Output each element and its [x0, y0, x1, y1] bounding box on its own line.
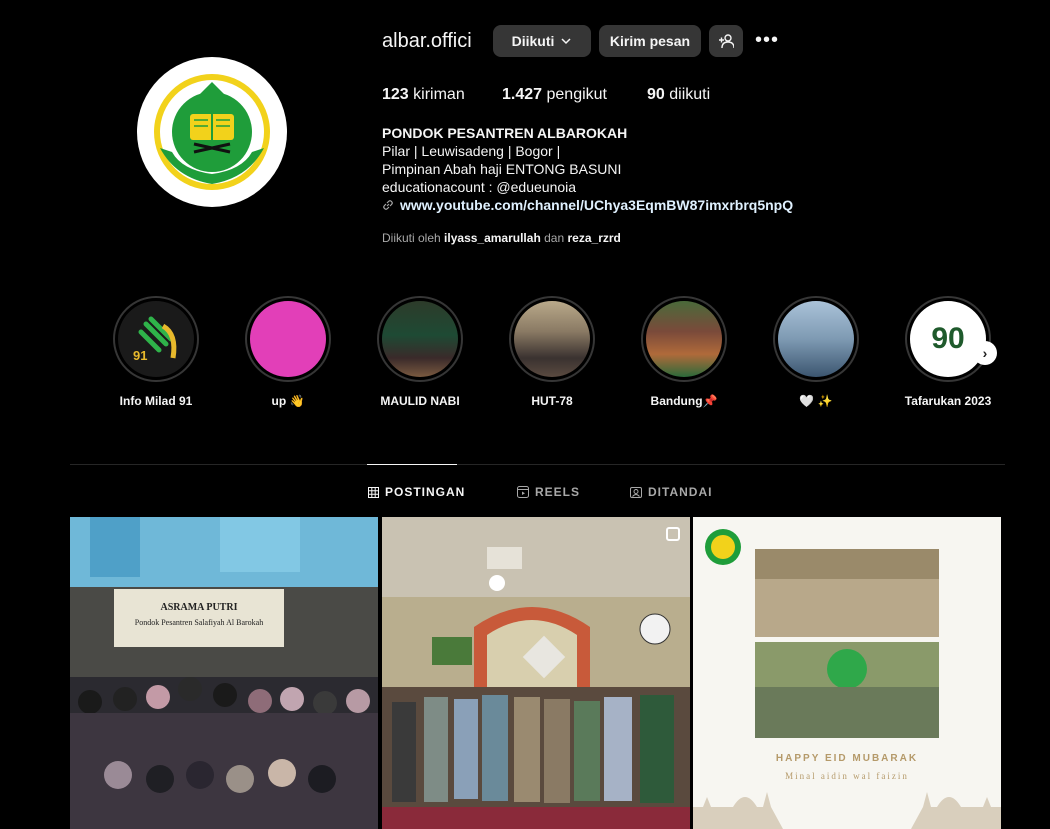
bio-link-row[interactable]: www.youtube.com/channel/UChya3EqmBW87imx… [382, 196, 793, 214]
followers-value: 1.427 [502, 86, 543, 103]
following-stat-label: diikuti [669, 86, 711, 103]
highlight-cover [382, 301, 458, 377]
bio-link[interactable]: www.youtube.com/channel/UChya3EqmBW87imx… [400, 196, 793, 214]
svg-text:Minal aidin wal faizin: Minal aidin wal faizin [785, 771, 909, 781]
highlight-cover [514, 301, 590, 377]
post-thumbnail-2[interactable] [382, 517, 690, 829]
highlight-cover [646, 301, 722, 377]
following-count[interactable]: 90 diikuti [647, 86, 710, 104]
highlight-label: Bandung📌 [650, 394, 718, 408]
highlight-cover [778, 301, 854, 377]
tab-posts[interactable]: POSTINGAN [368, 485, 465, 499]
posts-label: kiriman [413, 86, 465, 103]
svg-text:ASRAMA PUTRI: ASRAMA PUTRI [161, 602, 238, 613]
highlight-label: 🤍 ✨ [799, 394, 833, 408]
followed-by-user-2[interactable]: reza_rzrd [568, 231, 621, 245]
suggest-users-button[interactable] [709, 25, 743, 57]
following-label: Diikuti [511, 33, 555, 49]
reels-icon [517, 486, 529, 498]
tab-label: DITANDAI [648, 485, 713, 499]
post-thumbnail-3[interactable]: HAPPY EID MUBARAK Minal aidin wal faizin [693, 517, 1001, 829]
followed-by-prefix: Diikuti oleh [382, 231, 441, 245]
highlight-hut-78[interactable]: HUT-78 [509, 296, 595, 408]
following-dropdown-button[interactable]: Diikuti [493, 25, 591, 57]
add-person-icon [719, 34, 734, 49]
post-thumbnail-1[interactable]: ASRAMA PUTRI Pondok Pesantren Salafiyah … [70, 517, 378, 829]
more-options-icon[interactable]: ••• [755, 29, 779, 52]
tab-label: REELS [535, 485, 581, 499]
grid-icon [368, 486, 379, 498]
followers-label: pengikut [546, 86, 608, 103]
active-tab-indicator [367, 464, 457, 465]
tab-reels[interactable]: REELS [517, 485, 580, 499]
svg-text:HAPPY EID MUBARAK: HAPPY EID MUBARAK [776, 753, 918, 764]
chevron-down-icon [561, 38, 571, 45]
following-value: 90 [647, 86, 665, 103]
highlight-up[interactable]: up 👋 [245, 296, 331, 408]
highlight-tafarukan-2023[interactable]: 90 Tafarukan 2023 [905, 296, 991, 408]
bio-line-3: educationacount : @edueunoia [382, 179, 577, 195]
profile-bio: PONDOK PESANTREN ALBAROKAH Pilar | Leuwi… [382, 124, 793, 214]
tafarukan-number: 90 [931, 322, 965, 355]
highlight-cover: 90 [910, 301, 986, 377]
highlight-label: up 👋 [271, 394, 305, 408]
chevron-right-icon[interactable]: › [973, 341, 997, 365]
followed-by-user-1[interactable]: ilyass_amarullah [444, 231, 541, 245]
post-image-eid-greeting: HAPPY EID MUBARAK Minal aidin wal faizin [693, 517, 1001, 829]
posts-count: 123 kiriman [382, 86, 465, 104]
tagged-icon [630, 487, 642, 498]
highlight-label: HUT-78 [531, 394, 573, 408]
post-image-asrama-putri: ASRAMA PUTRI Pondok Pesantren Salafiyah … [70, 517, 378, 829]
highlight-maulid-nabi[interactable]: MAULID NABI [377, 296, 463, 408]
highlight-cover [250, 301, 326, 377]
highlight-label: MAULID NABI [380, 394, 460, 408]
highlight-heart-sparkles[interactable]: 🤍 ✨ [773, 296, 859, 408]
highlight-label: Tafarukan 2023 [904, 394, 992, 408]
profile-username: albar.offici [382, 30, 472, 52]
highlight-label: Info Milad 91 [119, 394, 193, 408]
carousel-icon [666, 527, 680, 541]
milad-cover-art: 91 [133, 316, 177, 363]
highlight-bandung[interactable]: Bandung📌 [641, 296, 727, 408]
bio-name: PONDOK PESANTREN ALBAROKAH [382, 125, 628, 141]
highlight-info-milad[interactable]: 91 Info Milad 91 [113, 296, 199, 408]
profile-avatar[interactable] [137, 57, 287, 207]
followers-count[interactable]: 1.427 pengikut [502, 86, 607, 104]
send-message-button[interactable]: Kirim pesan [599, 25, 701, 57]
bio-line-2: Pimpinan Abah haji ENTONG BASUNI [382, 161, 622, 177]
highlight-cover: 91 [118, 301, 194, 377]
svg-text:Pondok Pesantren Salafiyah Al: Pondok Pesantren Salafiyah Al Barokah [135, 618, 263, 627]
tab-tagged[interactable]: DITANDAI [630, 485, 712, 499]
followed-by-text[interactable]: Diikuti oleh ilyass_amarullah dan reza_r… [382, 231, 621, 245]
link-icon [383, 200, 393, 210]
tab-label: POSTINGAN [385, 485, 466, 499]
pesantren-logo [154, 74, 270, 190]
tabs-divider [70, 464, 1005, 465]
svg-text:91: 91 [133, 348, 147, 363]
followed-by-joiner: dan [544, 231, 565, 245]
bio-line-1: Pilar | Leuwisadeng | Bogor | [382, 143, 561, 159]
posts-value: 123 [382, 86, 409, 103]
post-image-mosque-group [382, 517, 690, 829]
